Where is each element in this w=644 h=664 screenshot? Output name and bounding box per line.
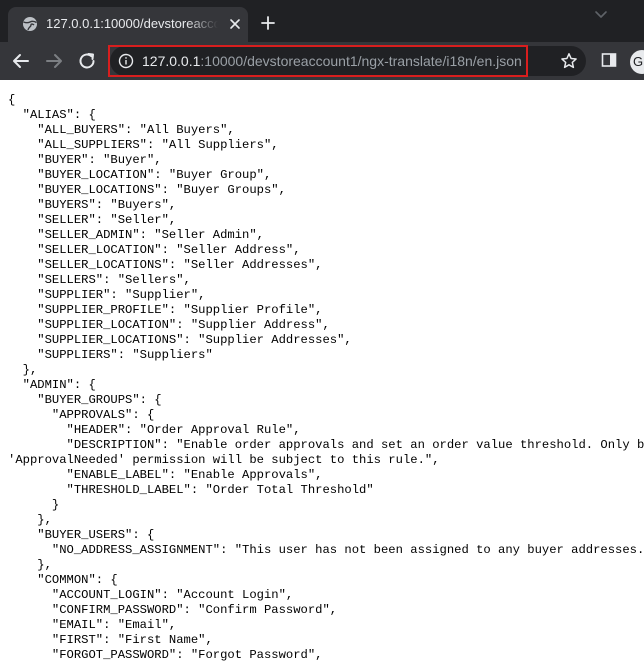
json-text: { "ALIAS": { "ALL_BUYERS": "All Buyers",… bbox=[0, 80, 644, 663]
star-icon[interactable] bbox=[560, 52, 578, 70]
info-icon[interactable] bbox=[118, 53, 134, 69]
profile-avatar[interactable]: G bbox=[630, 50, 644, 74]
url-host: 127.0.0.1 bbox=[142, 53, 201, 69]
address-bar[interactable]: 127.0.0.1:10000/devstoreaccount1/ngx-tra… bbox=[110, 46, 586, 76]
json-line: "SUPPLIER_PROFILE": "Supplier Profile", bbox=[8, 303, 323, 317]
json-line: "ACCOUNT_LOGIN": "Account Login", bbox=[8, 588, 294, 602]
chevron-down-icon[interactable] bbox=[594, 7, 608, 21]
json-line: "THRESHOLD_LABEL": "Order Total Threshol… bbox=[8, 483, 374, 497]
json-line: "SELLERS": "Sellers", bbox=[8, 273, 191, 287]
json-line: "ALIAS": { bbox=[8, 108, 96, 122]
json-line: "COMMON": { bbox=[8, 573, 118, 587]
json-line: "FIRST": "First Name", bbox=[8, 633, 213, 647]
json-line: "ENABLE_LABEL": "Enable Approvals", bbox=[8, 468, 323, 482]
side-panel-icon[interactable] bbox=[600, 51, 618, 69]
json-line: "SUPPLIERS": "Suppliers" bbox=[8, 348, 213, 362]
arrow-right-icon[interactable] bbox=[43, 50, 65, 72]
url-text[interactable]: 127.0.0.1:10000/devstoreaccount1/ngx-tra… bbox=[142, 53, 522, 69]
json-line: "ADMIN": { bbox=[8, 378, 96, 392]
json-line: "SELLER_LOCATION": "Seller Address", bbox=[8, 243, 301, 257]
json-line: "ALL_SUPPLIERS": "All Suppliers", bbox=[8, 138, 279, 152]
json-line: "ALL_BUYERS": "All Buyers", bbox=[8, 123, 235, 137]
json-line: "DESCRIPTION": "Enable order approvals a… bbox=[8, 438, 644, 452]
json-line: "BUYER_USERS": { bbox=[8, 528, 155, 542]
arrow-left-icon[interactable] bbox=[10, 50, 32, 72]
tab-strip: 127.0.0.1:10000/devstoreaccount1/ngx-tra… bbox=[0, 0, 644, 42]
tab-title: 127.0.0.1:10000/devstoreaccount1/ngx-tra… bbox=[46, 16, 218, 31]
reload-icon[interactable] bbox=[76, 50, 98, 72]
json-line: } bbox=[8, 498, 60, 512]
plus-icon[interactable] bbox=[260, 15, 276, 31]
json-line: "SELLER_ADMIN": "Seller Admin", bbox=[8, 228, 264, 242]
json-line: "SUPPLIER": "Supplier", bbox=[8, 288, 206, 302]
json-line: "SUPPLIER_LOCATIONS": "Supplier Addresse… bbox=[8, 333, 352, 347]
json-line: }, bbox=[8, 558, 52, 572]
json-line: "BUYER": "Buyer", bbox=[8, 153, 162, 167]
json-line: { bbox=[8, 93, 16, 107]
json-line: "NO_ADDRESS_ASSIGNMENT": "This user has … bbox=[8, 543, 644, 557]
json-line: "BUYERS": "Buyers", bbox=[8, 198, 177, 212]
close-icon[interactable] bbox=[228, 17, 242, 31]
json-line: "BUYER_GROUPS": { bbox=[8, 393, 162, 407]
json-line: 'ApprovalNeeded' permission will be subj… bbox=[8, 453, 440, 467]
json-viewer: { "ALIAS": { "ALL_BUYERS": "All Buyers",… bbox=[0, 80, 644, 664]
url-path: :10000/devstoreaccount1/ngx-translate/i1… bbox=[200, 53, 522, 69]
json-line: "APPROVALS": { bbox=[8, 408, 155, 422]
browser-toolbar: 127.0.0.1:10000/devstoreaccount1/ngx-tra… bbox=[0, 42, 644, 80]
json-line: }, bbox=[8, 363, 38, 377]
json-line: "CONFIRM_PASSWORD": "Confirm Password", bbox=[8, 603, 338, 617]
json-line: }, bbox=[8, 513, 52, 527]
json-line: "HEADER": "Order Approval Rule", bbox=[8, 423, 301, 437]
globe-icon bbox=[23, 17, 37, 31]
json-line: "SUPPLIER_LOCATION": "Supplier Address", bbox=[8, 318, 330, 332]
json-line: "BUYER_LOCATIONS": "Buyer Groups", bbox=[8, 183, 286, 197]
json-line: "FORGOT_PASSWORD": "Forgot Password", bbox=[8, 648, 323, 662]
browser-tab[interactable]: 127.0.0.1:10000/devstoreaccount1/ngx-tra… bbox=[8, 7, 248, 42]
json-line: "SELLER": "Seller", bbox=[8, 213, 177, 227]
json-line: "BUYER_LOCATION": "Buyer Group", bbox=[8, 168, 272, 182]
json-line: "SELLER_LOCATIONS": "Seller Addresses", bbox=[8, 258, 323, 272]
json-line: "EMAIL": "Email", bbox=[8, 618, 177, 632]
